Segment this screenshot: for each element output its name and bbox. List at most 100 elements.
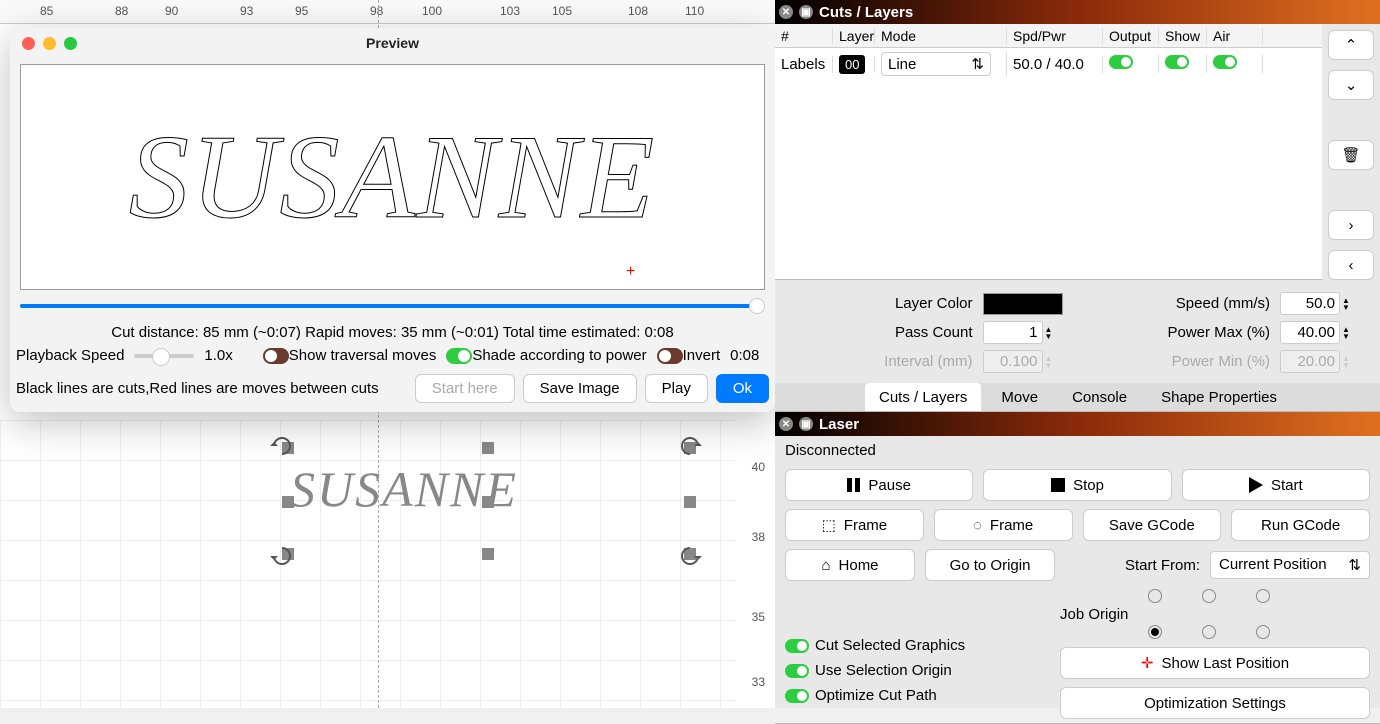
goto-origin-button[interactable]: Go to Origin [925,549,1055,581]
preview-stats: Cut distance: 85 mm (~0:07) Rapid moves:… [10,322,775,343]
show-traversal-toggle[interactable] [263,348,289,364]
origin-radio[interactable] [1202,589,1216,603]
layer-color-swatch[interactable] [983,293,1063,315]
chevron-left-icon: ‹ [1349,257,1354,274]
optimization-settings-button[interactable]: Optimization Settings [1060,687,1370,719]
rotate-handle-icon[interactable] [678,544,702,568]
origin-radio[interactable] [1256,589,1270,603]
origin-radio[interactable] [1202,625,1216,639]
chevron-up-icon: ⌃ [1345,36,1358,54]
chevron-updown-icon: ⇅ [1348,556,1361,574]
panel-header[interactable]: ✕ ▣ Laser [775,412,1380,436]
origin-radio[interactable] [1148,589,1162,603]
rotate-handle-icon[interactable] [270,544,294,568]
frame-circle-button[interactable]: ◌Frame [934,509,1073,541]
start-from-select[interactable]: Current Position⇅ [1210,551,1370,579]
canvas-text-object[interactable]: SUSANNE [290,460,518,518]
ruler-horizontal: 85 88 90 93 95 98 100 103 105 108 110 [0,0,775,24]
power-min-input [1280,350,1340,373]
run-gcode-button[interactable]: Run GCode [1231,509,1370,541]
start-button[interactable]: Start [1182,469,1370,501]
panel-tabs: Cuts / Layers Move Console Shape Propert… [775,383,1380,411]
air-toggle[interactable] [1213,55,1237,69]
playback-speed-label: Playback Speed [16,347,124,364]
power-max-input[interactable] [1280,321,1340,344]
playback-speed-value: 1.0x [204,347,232,364]
tab-console[interactable]: Console [1058,383,1141,411]
preview-time: 0:08 [730,347,759,364]
layer-list [775,80,1322,280]
layer-row[interactable]: Labels 00 Line⇅ 50.0 / 40.0 [775,48,1322,80]
job-origin-grid[interactable] [1148,589,1280,639]
speed-input[interactable] [1280,292,1340,315]
home-button[interactable]: ⌂Home [785,549,915,581]
preview-hint: Black lines are cuts,Red lines are moves… [16,380,379,397]
origin-radio[interactable] [1148,625,1162,639]
move-down-button[interactable]: ⌄ [1328,70,1374,100]
layer-badge: 00 [839,55,865,74]
origin-radio[interactable] [1256,625,1270,639]
play-icon [1249,477,1263,493]
play-button[interactable]: Play [645,374,708,403]
stop-button[interactable]: Stop [983,469,1171,501]
selection-handle[interactable] [482,548,494,560]
selection-handle[interactable] [684,496,696,508]
ok-button[interactable]: Ok [716,374,769,403]
cursor-cross-icon: + [626,263,635,281]
close-icon[interactable]: ✕ [779,417,793,431]
interval-input [983,350,1043,373]
show-toggle[interactable] [1165,55,1189,69]
tab-shape[interactable]: Shape Properties [1147,383,1291,411]
frame-rect-icon: ⬚ [822,516,836,534]
laser-panel: ✕ ▣ Laser Disconnected Pause Stop Start … [775,412,1380,724]
output-toggle[interactable] [1109,55,1133,69]
selection-handle[interactable] [482,496,494,508]
pause-button[interactable]: Pause [785,469,973,501]
shade-power-toggle[interactable] [446,348,472,364]
frame-circle-icon: ◌ [973,517,982,534]
tab-cuts[interactable]: Cuts / Layers [865,383,981,411]
cuts-layers-panel: ✕ ▣ Cuts / Layers # Layer Mode Spd/Pwr O… [775,0,1380,412]
panel-header[interactable]: ✕ ▣ Cuts / Layers [775,0,1380,24]
selection-handle[interactable] [482,442,494,454]
chevron-right-icon: › [1349,217,1354,234]
chevron-updown-icon: ⇅ [971,55,984,73]
rotate-handle-icon[interactable] [270,434,294,458]
show-last-position-button[interactable]: ✛Show Last Position [1060,647,1370,679]
save-image-button[interactable]: Save Image [523,374,637,403]
start-here-button[interactable]: Start here [415,374,515,403]
selection-handle[interactable] [282,496,294,508]
optimize-cut-path-toggle[interactable] [785,689,809,703]
detach-icon[interactable]: ▣ [799,5,813,19]
mode-select[interactable]: Line⇅ [881,52,991,76]
home-icon: ⌂ [821,557,830,574]
next-button[interactable]: › [1328,210,1374,240]
spinner-icon: ▲▼ [1342,355,1350,369]
playback-speed-slider[interactable] [134,354,194,358]
prev-button[interactable]: ‹ [1328,250,1374,280]
spinner-icon[interactable]: ▲▼ [1045,326,1053,340]
window-titlebar: Preview [10,28,775,58]
window-title: Preview [10,35,775,51]
invert-toggle[interactable] [657,348,683,364]
use-selection-origin-toggle[interactable] [785,664,809,678]
table-header: # Layer Mode Spd/Pwr Output Show Air [775,24,1322,48]
job-origin-label: Job Origin [1060,606,1128,623]
pass-count-input[interactable] [983,321,1043,344]
delete-button[interactable]: 🗑 [1328,140,1374,170]
move-up-button[interactable]: ⌃ [1328,30,1374,60]
save-gcode-button[interactable]: Save GCode [1083,509,1222,541]
preview-canvas: SUSANNE + [20,64,765,290]
spinner-icon[interactable]: ▲▼ [1342,326,1350,340]
chevron-down-icon: ⌄ [1345,76,1358,94]
rotate-handle-icon[interactable] [678,434,702,458]
frame-rect-button[interactable]: ⬚Frame [785,509,924,541]
preview-text: SUSANNE [129,108,656,246]
progress-slider[interactable] [20,296,765,316]
tab-move[interactable]: Move [987,383,1052,411]
cut-selected-toggle[interactable] [785,639,809,653]
pause-icon [847,478,860,492]
close-icon[interactable]: ✕ [779,5,793,19]
detach-icon[interactable]: ▣ [799,417,813,431]
spinner-icon[interactable]: ▲▼ [1342,297,1350,311]
